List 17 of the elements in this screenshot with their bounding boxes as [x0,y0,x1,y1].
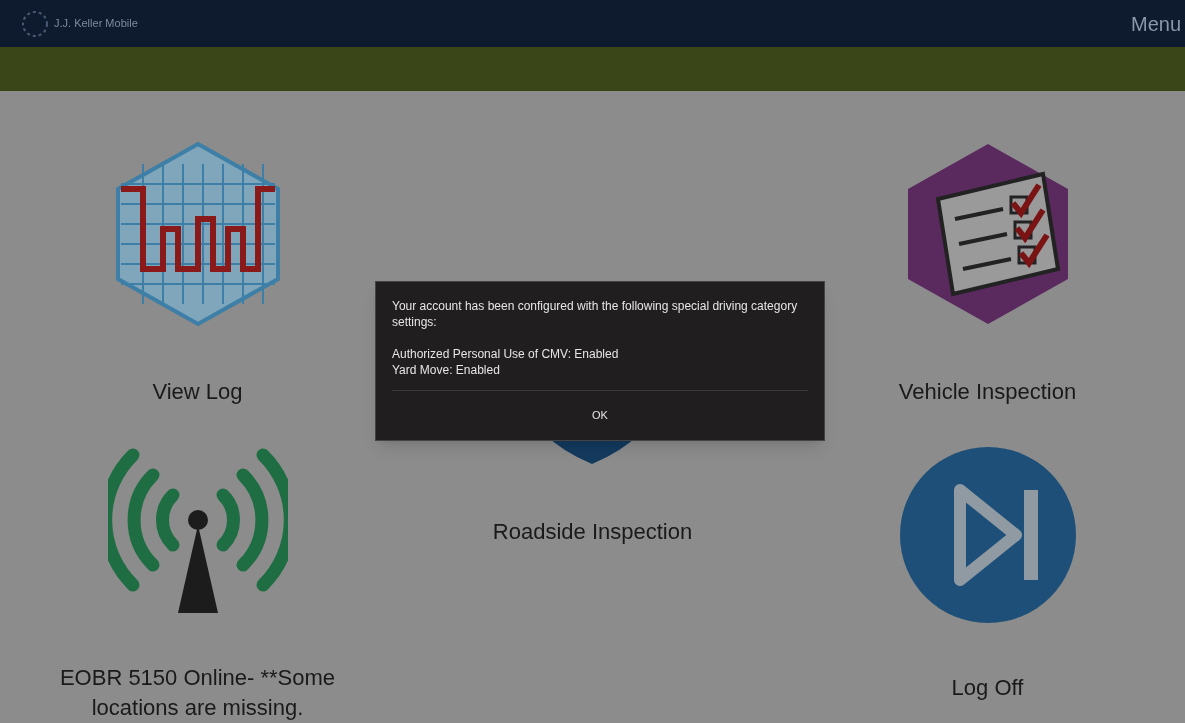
setting-line: Yard Move: Enabled [392,362,501,378]
tile-label: Roadside Inspection [492,518,693,546]
menu-tile[interactable]: Vehicle Inspection [892,139,1083,407]
dialog-message: Your account has been configured with the following special driving category settings: [392,298,799,330]
skip-forward-icon [897,445,1078,625]
tile-label: EOBR 5150 Online- **Some locations are missing. [58,664,337,722]
ok-button[interactable]: OK [568,391,632,440]
setting-line: Authorized Personal Use of CMV: Enabled [392,346,620,362]
menu-tile[interactable]: EOBR 5150 Online- **Some locations are missing. [37,445,358,723]
menu-tile[interactable]: View Log [102,139,293,407]
globe-logo-icon [20,8,50,39]
app-title: J.J. Keller Mobile [54,16,138,32]
menu-button[interactable]: Menu [1130,8,1181,39]
tile-label: Log Off [951,674,1024,702]
tile-label: Vehicle Inspection [898,378,1077,406]
tile-label: View Log [152,378,243,406]
menu-tile[interactable]: Log Off [897,445,1078,703]
